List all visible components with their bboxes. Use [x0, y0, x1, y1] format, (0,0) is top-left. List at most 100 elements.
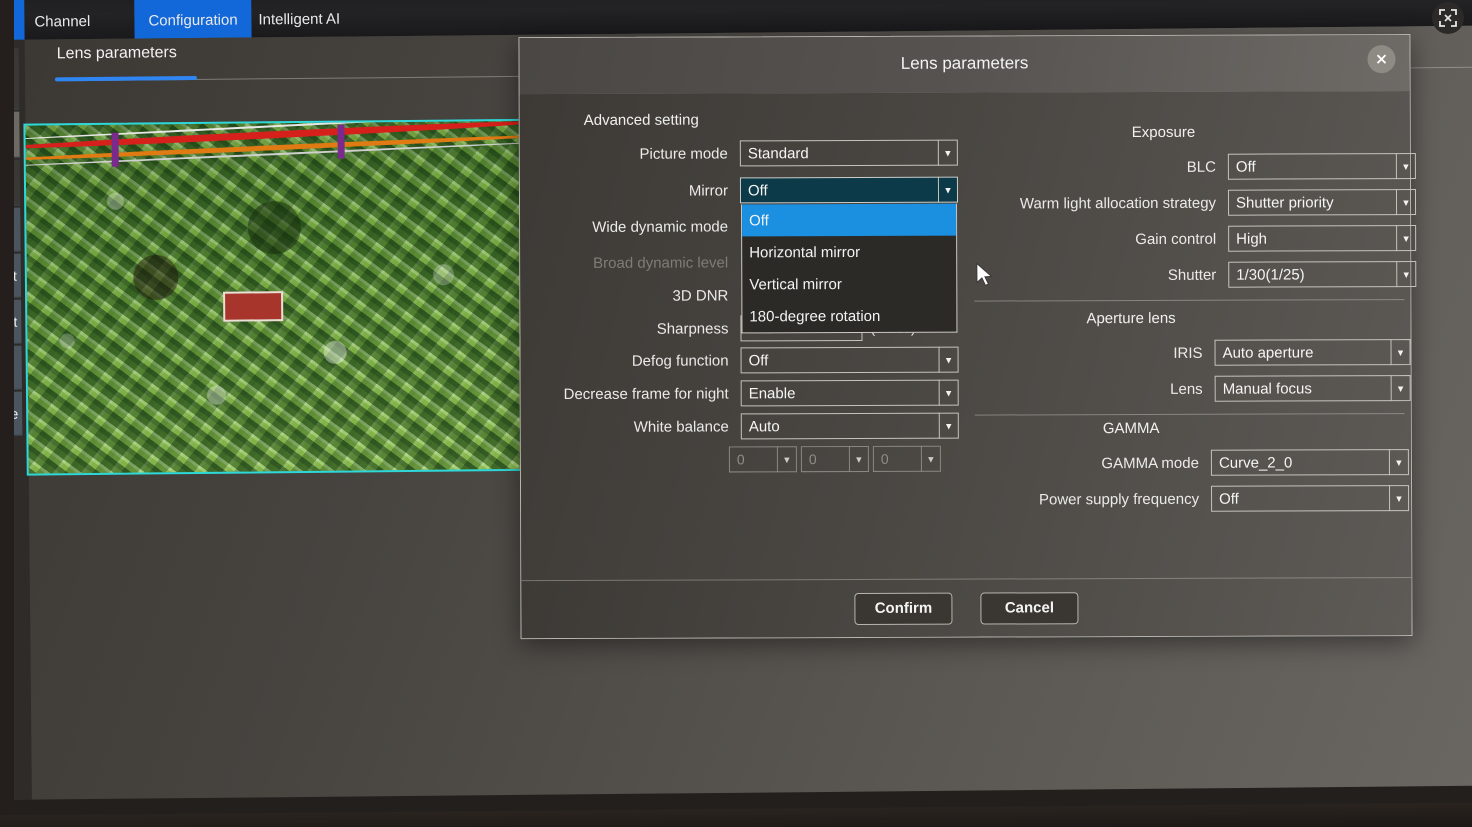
- row-gain-control: Gain control High ▾: [970, 225, 1417, 253]
- select-defog-function[interactable]: Off ▾: [740, 346, 959, 374]
- chevron-down-icon: ▾: [937, 176, 958, 203]
- mirror-option-off[interactable]: Off: [742, 203, 957, 237]
- label-mirror: Mirror: [688, 181, 729, 200]
- row-defog-function: Defog function Off ▾: [521, 346, 959, 375]
- row-warm-light-allocation-strategy: Warm light allocation strategy Shutter p…: [970, 189, 1417, 217]
- row-decrease-frame-for-night: Decrease frame for night Enable ▾: [521, 379, 959, 408]
- select-defog-function-value: Off: [748, 351, 769, 369]
- chevron-down-icon: ▾: [1390, 375, 1410, 402]
- label-gain-control: Gain control: [1135, 230, 1217, 248]
- mirror-option-off-label: Off: [749, 211, 769, 229]
- select-mirror[interactable]: Off ▾ Off Horizontal mirror Vertical mir…: [739, 176, 959, 334]
- row-3d-dnr: 3D DNR: [520, 282, 740, 309]
- chevron-down-icon: ▾: [1389, 485, 1409, 512]
- select-power-supply-frequency-value: Off: [1219, 490, 1239, 508]
- select-white-balance-value: Auto: [748, 417, 780, 435]
- select-gamma-mode-value: Curve_2_0: [1218, 453, 1293, 472]
- label-wide-dynamic-mode: Wide dynamic mode: [592, 217, 729, 236]
- chevron-down-icon: ▾: [1396, 261, 1416, 288]
- select-white-balance-red[interactable]: 0 ▾: [728, 446, 797, 473]
- row-gamma-mode: GAMMA mode Curve_2_0 ▾: [971, 449, 1409, 477]
- select-white-balance-blue[interactable]: 0 ▾: [872, 445, 941, 472]
- select-gain-control[interactable]: High ▾: [1228, 225, 1417, 252]
- mirror-dropdown-menu: Off Horizontal mirror Vertical mirror 18…: [741, 203, 958, 334]
- select-decrease-frame-for-night[interactable]: Enable ▾: [740, 379, 959, 407]
- nav-item-intelligent-ai[interactable]: Intelligent AI: [244, 0, 354, 38]
- section-aperture-lens: Aperture lens: [1086, 309, 1176, 328]
- overlay-post-left: [111, 132, 119, 167]
- mirror-option-180-degree-rotation-label: 180-degree rotation: [749, 307, 881, 325]
- chevron-down-icon: ▾: [1395, 189, 1416, 216]
- label-defog-function: Defog function: [631, 351, 729, 370]
- row-broad-dynamic-level: Broad dynamic level: [520, 249, 740, 276]
- select-iris-value: Auto aperture: [1222, 343, 1314, 362]
- select-white-balance-green[interactable]: 0 ▾: [800, 445, 869, 473]
- mirror-option-vertical-mirror[interactable]: Vertical mirror: [742, 268, 956, 301]
- select-power-supply-frequency[interactable]: Off ▾: [1211, 485, 1410, 512]
- chevron-down-icon: ▾: [920, 445, 940, 472]
- label-lens: Lens: [1170, 380, 1203, 398]
- chevron-down-icon: ▾: [937, 139, 957, 166]
- label-gamma-mode: GAMMA mode: [1101, 454, 1199, 472]
- tab-lens-parameters[interactable]: Lens parameters: [57, 44, 177, 71]
- select-blc-value: Off: [1235, 158, 1256, 176]
- main-content-area: nt ment enance Lens parameters: [0, 0, 1472, 801]
- row-white-balance-values: 0 ▾ 0 ▾ 0 ▾: [728, 445, 941, 473]
- select-gamma-mode[interactable]: Curve_2_0 ▾: [1210, 449, 1409, 476]
- nav-label-intelligent-ai: Intelligent AI: [258, 10, 341, 29]
- divider-aperture-gamma: [974, 413, 1405, 416]
- monitor-bezel-bottom: [0, 802, 1472, 827]
- row-blc: BLC Off ▾: [970, 153, 1416, 181]
- section-gamma: GAMMA: [1102, 419, 1160, 438]
- section-exposure: Exposure: [1131, 123, 1196, 142]
- label-white-balance: White balance: [633, 417, 729, 436]
- select-picture-mode-value: Standard: [747, 144, 809, 162]
- select-shutter-value: 1/30(1/25): [1236, 265, 1305, 284]
- mirror-option-horizontal-mirror[interactable]: Horizontal mirror: [742, 236, 956, 269]
- row-lens: Lens Manual focus ▾: [971, 375, 1411, 403]
- label-3d-dnr: 3D DNR: [672, 286, 729, 305]
- close-icon[interactable]: [1367, 45, 1396, 74]
- nav-item-configuration[interactable]: Configuration: [133, 0, 252, 39]
- screen-surface: Channel Configuration Intelligent AI Len…: [0, 0, 1472, 801]
- row-wide-dynamic-mode: Wide dynamic mode: [520, 213, 740, 240]
- nav-label-channel: Channel: [34, 13, 91, 31]
- select-lens[interactable]: Manual focus ▾: [1214, 375, 1411, 402]
- row-white-balance: White balance Auto ▾: [521, 412, 959, 441]
- divider-exposure-aperture: [974, 299, 1405, 302]
- mirror-option-horizontal-mirror-label: Horizontal mirror: [749, 243, 861, 261]
- camera-live-preview[interactable]: [23, 118, 527, 476]
- row-picture-mode: Picture mode Standard ▾: [520, 139, 958, 168]
- select-blc[interactable]: Off ▾: [1227, 153, 1416, 180]
- chevron-down-icon: ▾: [1395, 153, 1415, 180]
- select-white-balance[interactable]: Auto ▾: [740, 412, 959, 440]
- scene-red-sign: [223, 291, 284, 322]
- select-picture-mode[interactable]: Standard ▾: [739, 139, 958, 167]
- select-iris[interactable]: Auto aperture ▾: [1214, 339, 1411, 366]
- confirm-button[interactable]: Confirm: [854, 592, 953, 625]
- dialog-footer: Confirm Cancel: [521, 577, 1412, 639]
- label-decrease-frame-for-night: Decrease frame for night: [563, 384, 729, 403]
- select-warm-light-allocation-strategy[interactable]: Shutter priority ▾: [1227, 189, 1417, 216]
- dialog-titlebar: Lens parameters: [519, 35, 1410, 96]
- label-iris: IRIS: [1173, 344, 1203, 362]
- label-shutter: Shutter: [1167, 266, 1217, 284]
- mirror-option-vertical-mirror-label: Vertical mirror: [749, 275, 842, 293]
- select-white-balance-red-value: 0: [736, 451, 745, 468]
- nav-item-channel[interactable]: Channel: [20, 0, 104, 40]
- row-mirror: Mirror Off ▾ Off Horizontal mirror Verti…: [520, 176, 959, 334]
- chevron-down-icon: ▾: [938, 379, 958, 406]
- row-iris: IRIS Auto aperture ▾: [971, 339, 1411, 367]
- label-power-supply-frequency: Power supply frequency: [1038, 490, 1200, 508]
- monitor-bezel-left: [0, 0, 14, 827]
- select-shutter[interactable]: 1/30(1/25) ▾: [1228, 261, 1417, 288]
- select-lens-value: Manual focus: [1222, 379, 1312, 398]
- cancel-button[interactable]: Cancel: [980, 591, 1079, 625]
- label-warm-light-allocation-strategy: Warm light allocation strategy: [1019, 194, 1217, 212]
- fullscreen-expand-icon[interactable]: [1432, 2, 1464, 34]
- label-broad-dynamic-level: Broad dynamic level: [593, 253, 729, 272]
- select-white-balance-green-value: 0: [808, 451, 817, 468]
- mirror-option-180-degree-rotation[interactable]: 180-degree rotation: [742, 300, 956, 333]
- select-gain-control-value: High: [1236, 230, 1268, 248]
- chevron-down-icon: ▾: [848, 445, 868, 473]
